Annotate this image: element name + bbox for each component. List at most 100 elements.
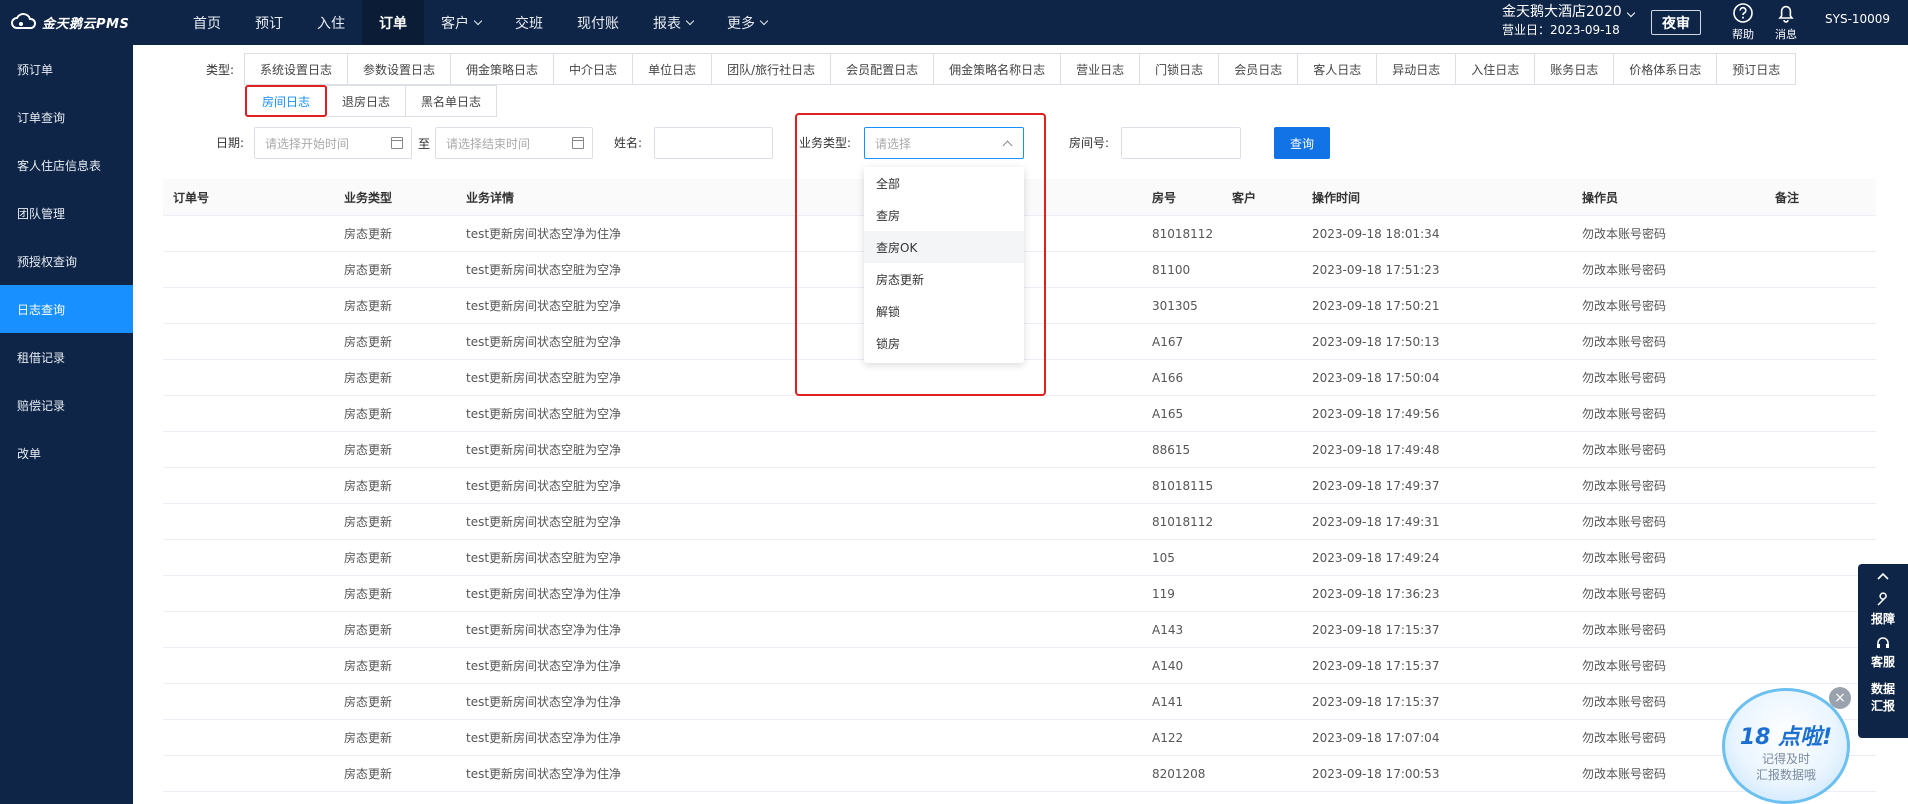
log-type-button[interactable]: 房间日志 <box>245 85 328 117</box>
log-type-button[interactable]: 客人日志 <box>1297 53 1378 85</box>
sidebar-item-8[interactable]: 改单 <box>0 429 133 477</box>
table-cell: 81018115 <box>1152 478 1214 493</box>
sidebar: 预订单 订单查询 客人住店信息表 团队管理 预授权查询 日志查询 租借记录 赔偿记录 改单 <box>0 45 133 804</box>
log-type-button[interactable]: 团队/旅行社日志 <box>711 53 832 85</box>
wrench-icon <box>1877 592 1887 606</box>
nav-item-1[interactable]: 预订 <box>238 0 300 45</box>
table-row[interactable]: 房态更新 test更新房间状态空净为住净 8201208 2023-09-18 17:… <box>163 756 1876 792</box>
sidebar-item-1[interactable]: 订单查询 <box>0 93 133 141</box>
start-date-input[interactable]: 请选择开始时间 <box>254 127 412 159</box>
log-type-button[interactable]: 营业日志 <box>1060 53 1141 85</box>
table-cell: 勿改本账号密码 <box>1582 407 1667 421</box>
nav-item-4[interactable]: 客户 <box>424 0 498 45</box>
table-cell: test更新房间状态空脏为空净 <box>466 335 622 349</box>
table-cell: 勿改本账号密码 <box>1582 515 1667 529</box>
sidebar-item-4[interactable]: 预授权查询 <box>0 237 133 285</box>
log-type-button[interactable]: 系统设置日志 <box>244 53 349 85</box>
table-row[interactable]: 房态更新 test更新房间状态空脏为空净 A166 2023-09-18 17:50:… <box>163 360 1876 396</box>
table-row[interactable]: 房态更新 test更新房间状态空净为住净 119 2023-09-18 17:36:2… <box>163 576 1876 612</box>
sidebar-item-0[interactable]: 预订单 <box>0 45 133 93</box>
chevron-up-icon <box>1002 140 1013 151</box>
log-type-button[interactable]: 单位日志 <box>632 53 713 85</box>
nav-item-8[interactable]: 更多 <box>710 0 784 45</box>
table-row[interactable]: 房态更新 test更新房间状态空脏为空净 81018112 2023-09-18 17… <box>163 504 1876 540</box>
log-type-button[interactable]: 预订日志 <box>1716 53 1797 85</box>
log-type-button[interactable]: 会员配置日志 <box>830 53 935 85</box>
nav-item-3[interactable]: 订单 <box>362 0 424 45</box>
sidebar-item-2[interactable]: 客人住店信息表 <box>0 141 133 189</box>
promo-badge[interactable]: 18 点啦! 记得及时 汇报数据哦 <box>1722 688 1850 804</box>
customer-service-button[interactable]: 客服 <box>1858 631 1908 674</box>
log-type-button[interactable]: 黑名单日志 <box>405 85 498 117</box>
report-issue-button[interactable]: 报障 <box>1858 588 1908 631</box>
table-cell: 2023-09-18 17:15:37 <box>1312 622 1440 637</box>
sidebar-item-5[interactable]: 日志查询 <box>0 285 133 333</box>
log-type-button[interactable]: 会员日志 <box>1218 53 1299 85</box>
cloud-logo-icon <box>11 13 37 29</box>
name-input[interactable] <box>654 127 773 159</box>
start-date-placeholder: 请选择开始时间 <box>265 136 350 151</box>
dropdown-option[interactable]: 查房 <box>864 199 1024 231</box>
nav-item-7[interactable]: 报表 <box>636 0 710 45</box>
user-menu[interactable]: SYS-10009 <box>1825 12 1890 26</box>
table-row[interactable]: 房态更新 test更新房间状态空脏为空净 81018115 2023-09-18 17… <box>163 468 1876 504</box>
dropdown-option[interactable]: 房态更新 <box>864 263 1024 295</box>
log-type-button[interactable]: 入住日志 <box>1455 53 1536 85</box>
nav-item-0[interactable]: 首页 <box>176 0 238 45</box>
table-cell: test更新房间状态空脏为空净 <box>466 407 622 421</box>
sidebar-item-3[interactable]: 团队管理 <box>0 189 133 237</box>
table-cell: 房态更新 <box>344 731 393 745</box>
chevron-down-icon <box>685 16 695 25</box>
data-report-button[interactable]: 数据汇报 <box>1858 674 1908 720</box>
table-cell: 2023-09-18 17:15:37 <box>1312 658 1440 673</box>
log-type-button[interactable]: 佣金策略名称日志 <box>933 53 1062 85</box>
nav-item-6[interactable]: 现付账 <box>560 0 636 45</box>
table-row[interactable]: 房态更新 test更新房间状态空净为住净 A143 2023-09-18 17:15:… <box>163 612 1876 648</box>
collapse-button[interactable] <box>1858 564 1908 588</box>
log-type-button[interactable]: 参数设置日志 <box>347 53 452 85</box>
dropdown-option[interactable]: 锁房 <box>864 327 1024 359</box>
close-icon[interactable]: × <box>1829 687 1851 709</box>
table-row[interactable]: 房态更新 test更新房间状态空脏为空净 A165 2023-09-18 17:49:… <box>163 396 1876 432</box>
date-to-label: 至 <box>418 137 431 151</box>
messages-button[interactable]: 消息 <box>1768 2 1804 42</box>
dropdown-option[interactable]: 解锁 <box>864 295 1024 327</box>
table-row[interactable]: 房态更新 test更新房间状态空脏为空净 88615 2023-09-18 17:49… <box>163 432 1876 468</box>
log-type-button[interactable]: 价格体系日志 <box>1613 53 1718 85</box>
room-number-input[interactable] <box>1121 127 1241 159</box>
nav-item-2[interactable]: 入住 <box>300 0 362 45</box>
query-button[interactable]: 查询 <box>1274 127 1330 159</box>
night-audit-button[interactable]: 夜审 <box>1651 10 1701 35</box>
table-row[interactable]: 房态更新 test更新房间状态空净为住净 A141 2023-09-18 17:15:… <box>163 684 1876 720</box>
dropdown-option[interactable]: 全部 <box>864 167 1024 199</box>
sidebar-item-7[interactable]: 赔偿记录 <box>0 381 133 429</box>
log-type-button[interactable]: 中介日志 <box>553 53 634 85</box>
logo[interactable]: 金天鹅云PMS <box>10 11 129 33</box>
help-button[interactable]: 帮助 <box>1725 2 1761 42</box>
sidebar-item-6[interactable]: 租借记录 <box>0 333 133 381</box>
log-type-button[interactable]: 账务日志 <box>1534 53 1615 85</box>
nav-item-5[interactable]: 交班 <box>498 0 560 45</box>
log-type-row-2: 房间日志 退房日志 黑名单日志 <box>245 85 498 117</box>
table-row[interactable]: 房态更新 test更新房间状态空净为住净 A140 2023-09-18 17:15:… <box>163 648 1876 684</box>
table-cell: 2023-09-18 17:49:24 <box>1312 550 1440 565</box>
data-report-label: 数据汇报 <box>1870 682 1895 713</box>
log-type-button[interactable]: 异动日志 <box>1376 53 1457 85</box>
log-type-button[interactable]: 退房日志 <box>326 85 407 117</box>
column-header: 操作时间 <box>1312 190 1361 205</box>
table-cell: test更新房间状态空净为住净 <box>466 623 622 637</box>
help-label: 帮助 <box>1732 28 1754 41</box>
table-cell: 81018112 <box>1152 514 1214 529</box>
biz-type-select[interactable]: 请选择 <box>864 127 1024 159</box>
dropdown-option[interactable]: 查房OK <box>864 231 1024 263</box>
hotel-info[interactable]: 金天鹅大酒店2020 营业日：2023-09-18 <box>1502 3 1635 39</box>
table-cell: test更新房间状态空脏为空净 <box>466 515 622 529</box>
log-type-button[interactable]: 门锁日志 <box>1139 53 1220 85</box>
table-row[interactable]: 房态更新 test更新房间状态空脏为空净 105 2023-09-18 17:49:2… <box>163 540 1876 576</box>
table-cell: A140 <box>1152 658 1184 673</box>
promo-line-1: 记得及时 <box>1761 752 1810 766</box>
log-type-row-1: 系统设置日志 参数设置日志 佣金策略日志 中介日志 单位日志 团队/旅行社日志 会员配置日志… <box>244 53 1797 85</box>
log-type-button[interactable]: 佣金策略日志 <box>450 53 555 85</box>
table-row[interactable]: 房态更新 test更新房间状态空净为住净 A122 2023-09-18 17:07:… <box>163 720 1876 756</box>
end-date-input[interactable]: 请选择结束时间 <box>435 127 593 159</box>
